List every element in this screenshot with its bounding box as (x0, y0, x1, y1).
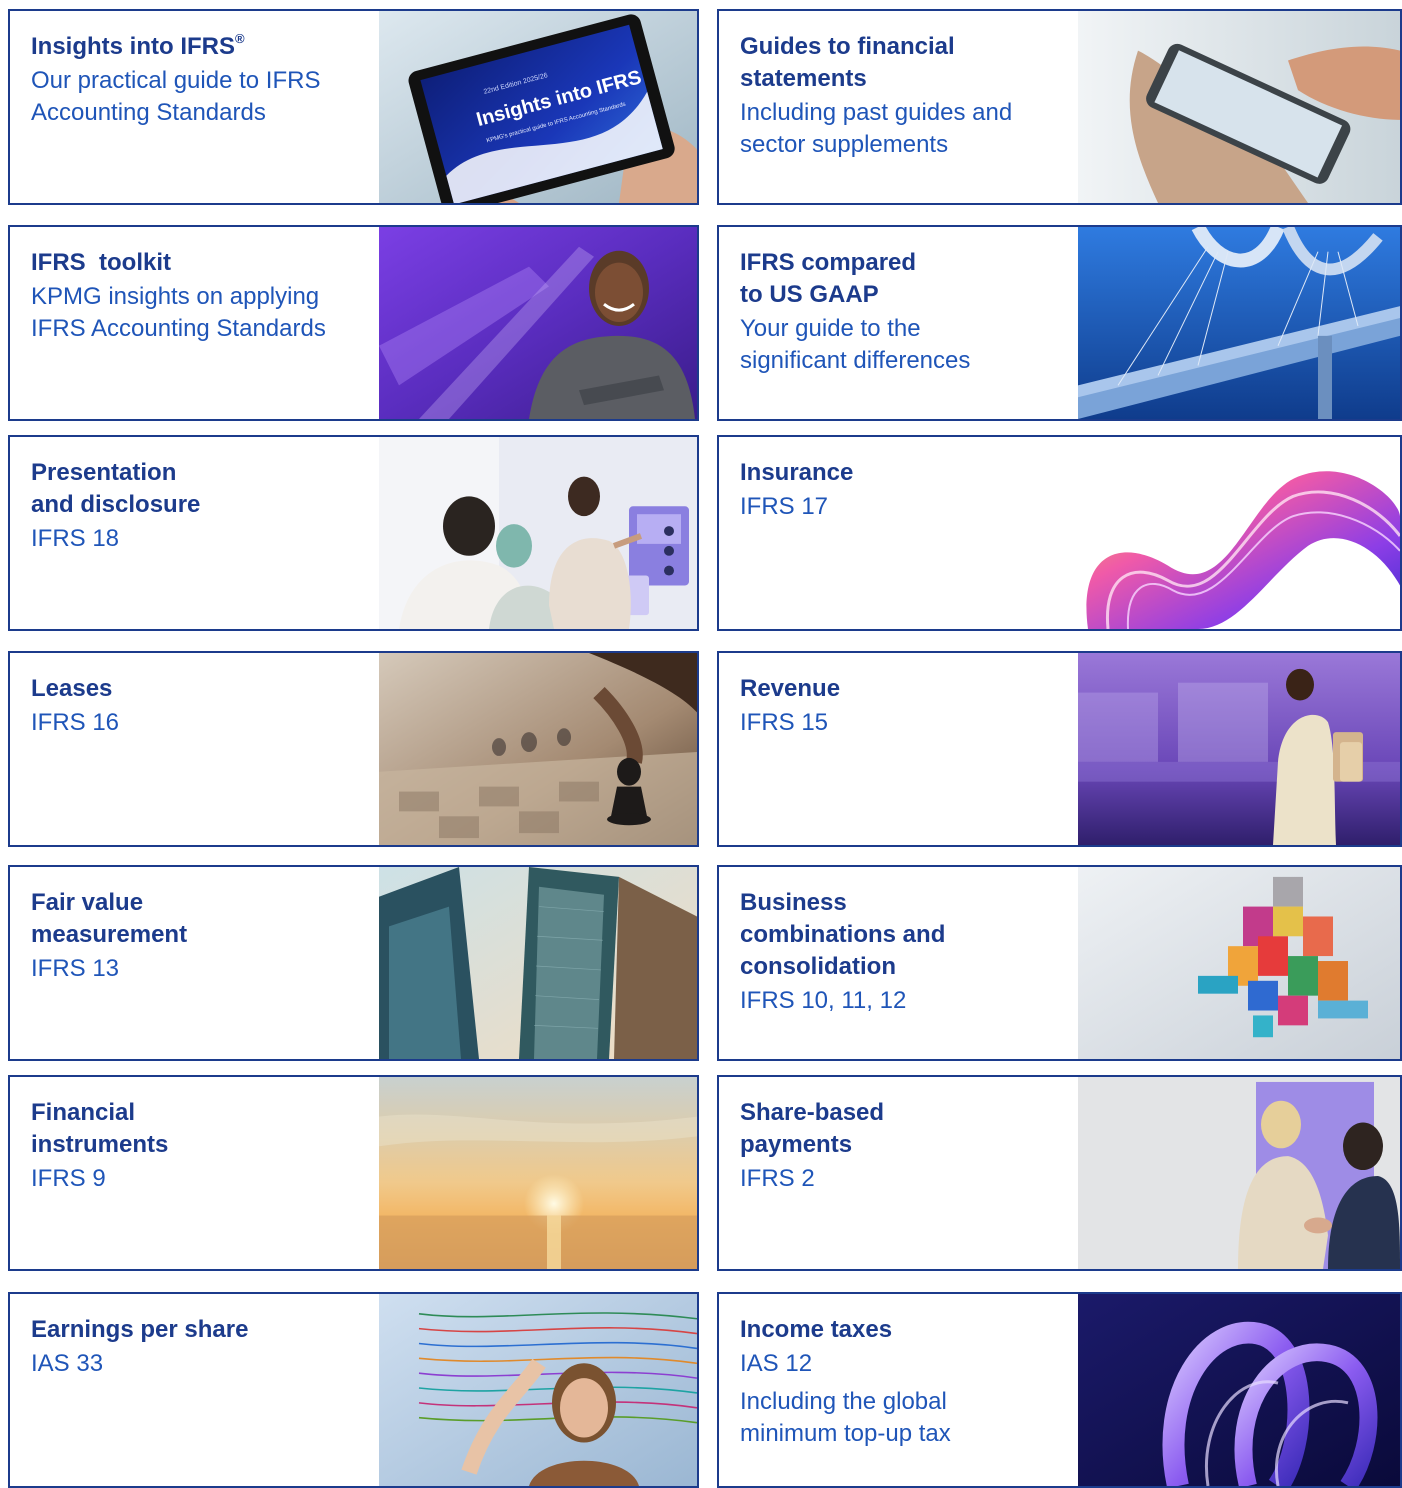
card-earnings-per-share[interactable]: Earnings per share IAS 33 (8, 1292, 699, 1488)
sunset-photo (379, 1077, 697, 1269)
blocks-photo (1078, 867, 1400, 1059)
skyscraper-photo (379, 867, 697, 1059)
data-screen-photo (379, 1294, 697, 1486)
card-subtitle: IFRS 2 (740, 1165, 815, 1192)
card-subtitle: IFRS 15 (740, 709, 829, 736)
card-business-combinations-and-consolidation[interactable]: Business combinations and consolidation … (717, 865, 1402, 1061)
card-subtitle: IFRS 9 (31, 1165, 106, 1192)
card-share-based-payments[interactable]: Share-based payments IFRS 2 (717, 1075, 1402, 1271)
meeting-photo (379, 437, 697, 629)
card-title: Presentation and disclosure (31, 459, 201, 518)
card-subtitle: IFRS 18 (31, 525, 120, 552)
card-revenue[interactable]: Revenue IFRS 15 (717, 651, 1402, 847)
card-insights-into-ifrs[interactable]: Insights into IFRS® Our practical guide … (8, 9, 699, 205)
card-title: Financial instruments (31, 1099, 169, 1158)
phone-photo (1078, 11, 1400, 203)
card-title: IFRS toolkit (31, 249, 171, 276)
chess-photo (379, 653, 697, 845)
abstract-loops-art (1078, 1294, 1400, 1486)
registered-mark: ® (235, 31, 245, 46)
card-title: Revenue (740, 675, 841, 702)
card-title: IFRS compared to US GAAP (740, 249, 917, 308)
card-ifrs-toolkit[interactable]: IFRS toolkit KPMG insights on applying I… (8, 225, 699, 421)
card-title: Guides to financial statements (740, 33, 955, 92)
card-subtitle: IFRS 13 (31, 955, 120, 982)
handshake-photo (1078, 1077, 1400, 1269)
card-ifrs-compared-to-us-gaap[interactable]: IFRS compared to US GAAP Your guide to t… (717, 225, 1402, 421)
card-subtitle: IFRS 17 (740, 493, 829, 520)
card-financial-instruments[interactable]: Financial instruments IFRS 9 (8, 1075, 699, 1271)
tablet-photo: 22nd Edition 2025/26 Insights into IFRS … (379, 11, 697, 203)
card-income-taxes[interactable]: Income taxes IAS 12 Including the global… (717, 1292, 1402, 1488)
card-subtitle: IAS 12 (740, 1350, 813, 1377)
card-title: Share-based payments (740, 1099, 885, 1158)
card-title: Income taxes (740, 1316, 893, 1343)
card-subtitle: Our practical guide to IFRS Accounting S… (31, 67, 321, 126)
card-subtitle-secondary: Including the global minimum top-up tax (740, 1388, 951, 1447)
card-subtitle: IFRS 10, 11, 12 (740, 987, 907, 1014)
card-title: Leases (31, 675, 113, 702)
card-guides-to-financial-statements[interactable]: Guides to financial statements Including… (717, 9, 1402, 205)
card-title: Insurance (740, 459, 854, 486)
card-leases[interactable]: Leases IFRS 16 (8, 651, 699, 847)
card-title: Fair value measurement (31, 889, 188, 948)
card-title: Earnings per share (31, 1316, 249, 1343)
card-subtitle: IAS 33 (31, 1350, 104, 1377)
card-insurance[interactable]: Insurance IFRS 17 (717, 435, 1402, 631)
shopper-photo (1078, 653, 1400, 845)
bridge-photo (1078, 227, 1400, 419)
card-subtitle: KPMG insights on applying IFRS Accountin… (31, 283, 326, 342)
card-presentation-and-disclosure[interactable]: Presentation and disclosure IFRS 18 (8, 435, 699, 631)
woman-portrait-photo (379, 227, 697, 419)
card-title: Business combinations and consolidation (740, 889, 946, 980)
card-subtitle: Including past guides and sector supplem… (740, 99, 1013, 158)
card-title: Insights into IFRS (31, 33, 235, 60)
card-grid: Insights into IFRS® Our practical guide … (0, 0, 1402, 1488)
card-fair-value-measurement[interactable]: Fair value measurement IFRS 13 (8, 865, 699, 1061)
ribbon-art (1078, 437, 1400, 629)
card-subtitle: IFRS 16 (31, 709, 120, 736)
card-subtitle: Your guide to the significant difference… (740, 315, 971, 374)
